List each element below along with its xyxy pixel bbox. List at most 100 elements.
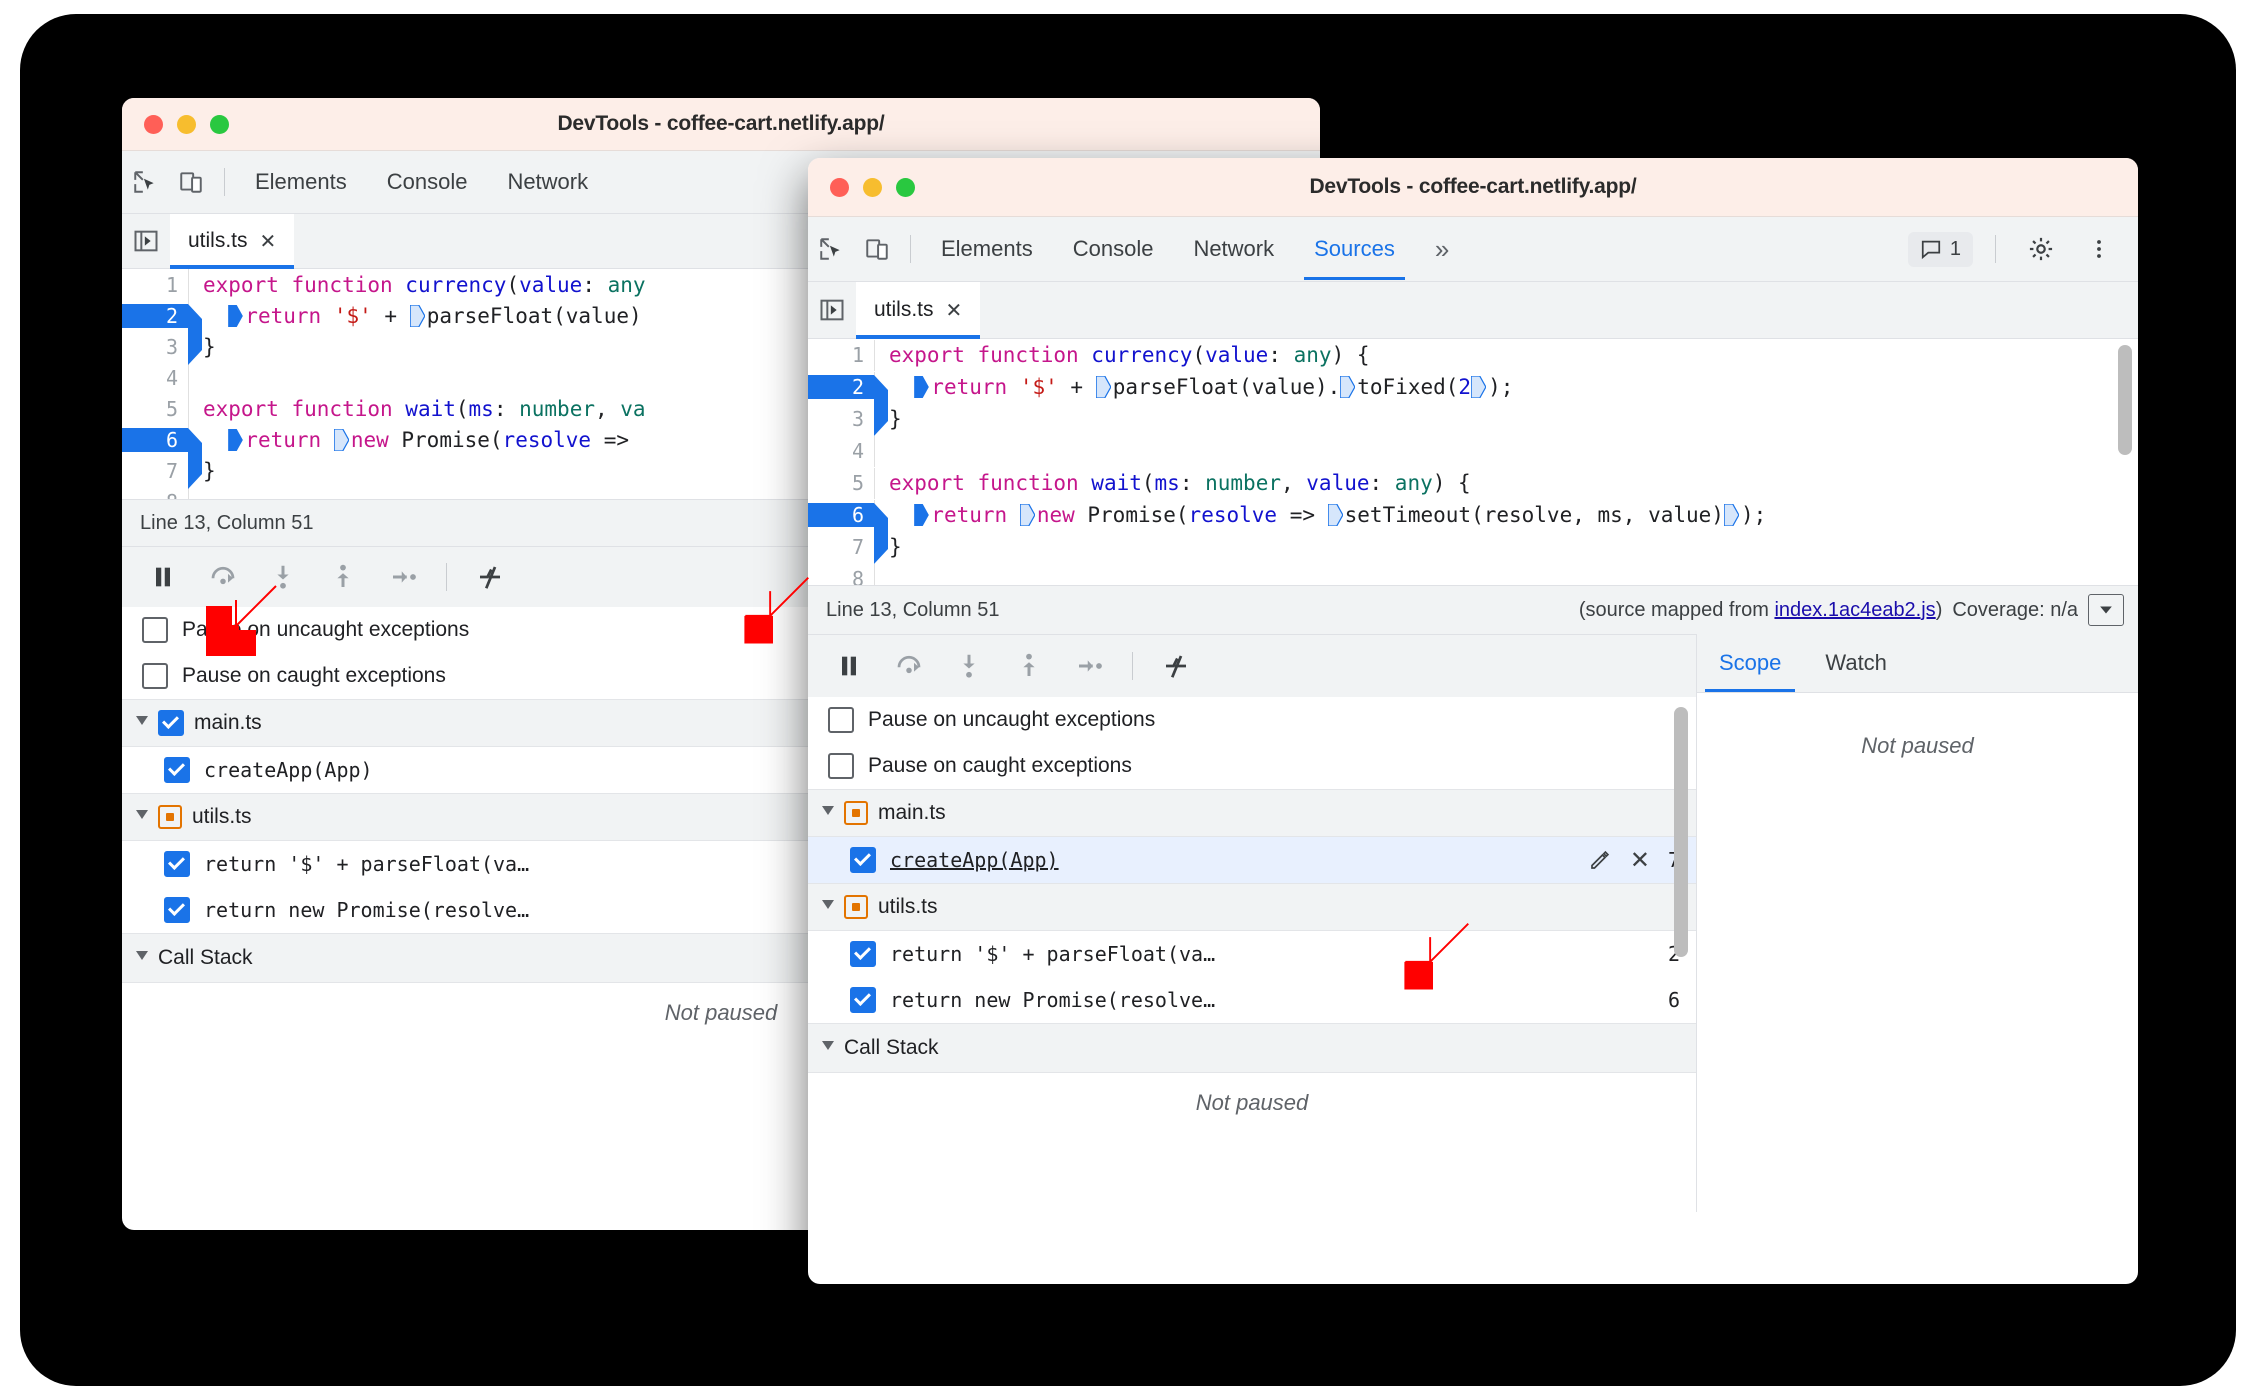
scope-content: Not paused	[1697, 693, 2138, 1212]
front-file-tab-utils-ts[interactable]: utils.ts ✕	[856, 282, 981, 339]
chevron-down-icon[interactable]	[136, 715, 148, 731]
front-debug-toolbar[interactable]	[808, 634, 1696, 697]
arrow-breakpoint-actions-front	[1404, 923, 1469, 990]
pause-uncaught-row[interactable]: Pause on uncaught exceptions	[808, 697, 1696, 743]
tab-console[interactable]: Console	[367, 151, 488, 213]
messages-badge[interactable]: 1	[1907, 231, 1973, 267]
chevron-down-icon[interactable]	[136, 809, 148, 825]
scope-watch-tabs[interactable]: Scope Watch	[1697, 634, 2138, 693]
back-window-title: DevTools - coffee-cart.netlify.app/	[557, 112, 885, 135]
deactivate-breakpoints-icon[interactable]	[1149, 639, 1203, 693]
breakpoint-text: return new Promise(resolve…	[890, 988, 1216, 1012]
breakpoint-group-main-ts[interactable]: main.ts	[808, 789, 1696, 837]
pause-uncaught-checkbox[interactable]	[142, 617, 168, 643]
pause-uncaught-label: Pause on uncaught exceptions	[868, 708, 1156, 731]
front-window-titlebar[interactable]: DevTools - coffee-cart.netlify.app/	[808, 158, 2138, 217]
tab-sources[interactable]: Sources	[1294, 218, 1415, 280]
deactivate-breakpoints-icon[interactable]	[463, 550, 517, 604]
close-icon[interactable]: ✕	[946, 298, 963, 323]
close-window-button[interactable]	[830, 177, 849, 197]
front-traffic-lights[interactable]	[830, 158, 915, 216]
tab-elements[interactable]: Elements	[235, 151, 367, 213]
breakpoint-marker[interactable]: 2	[808, 375, 888, 436]
chevron-down-icon[interactable]	[822, 1040, 834, 1056]
chevron-down-icon[interactable]	[822, 805, 834, 821]
maximize-window-button[interactable]	[896, 177, 915, 197]
minimize-window-button[interactable]	[863, 177, 882, 197]
pause-icon[interactable]	[822, 639, 876, 693]
breakpoint-checkbox[interactable]	[850, 941, 876, 967]
front-devtools-toolbar[interactable]: Elements Console Network Sources » 1	[808, 217, 2138, 282]
maximize-window-button[interactable]	[210, 114, 229, 134]
front-editor-tabstrip[interactable]: utils.ts ✕	[808, 282, 2138, 339]
front-editor-statusbar: Line 13, Column 51 (source mapped from i…	[808, 585, 2138, 634]
front-navigator-toggle-icon[interactable]	[808, 282, 856, 338]
breakpoint-marker[interactable]: 6	[122, 427, 202, 489]
minimize-window-button[interactable]	[177, 114, 196, 134]
close-window-button[interactable]	[144, 114, 163, 134]
pause-caught-checkbox[interactable]	[142, 663, 168, 689]
device-toolbar-icon[interactable]	[168, 159, 214, 205]
step-out-icon[interactable]	[1002, 639, 1056, 693]
step-into-icon[interactable]	[942, 639, 996, 693]
pause-icon[interactable]	[136, 550, 190, 604]
breakpoint-row[interactable]: return '$' + parseFloat(va… 2	[808, 931, 1696, 977]
tab-scope[interactable]: Scope	[1697, 634, 1803, 692]
code-line: 1 export function currency(value: any) {	[808, 339, 2138, 371]
more-tabs-button[interactable]: »	[1415, 218, 1469, 280]
tab-network[interactable]: Network	[487, 151, 608, 213]
device-toolbar-icon[interactable]	[854, 226, 900, 272]
breakpoint-text[interactable]: createApp(App)	[890, 848, 1059, 872]
front-call-stack-header[interactable]: Call Stack	[808, 1023, 1696, 1073]
breakpoint-checkbox[interactable]	[164, 897, 190, 923]
front-devtools-window[interactable]: DevTools - coffee-cart.netlify.app/ Elem…	[808, 158, 2138, 1284]
step-icon[interactable]	[1062, 639, 1116, 693]
front-editor-scrollbar[interactable]	[2118, 345, 2132, 455]
front-panel-tabs[interactable]: Elements Console Network Sources »	[921, 218, 1469, 280]
breakpoint-marker[interactable]: 6	[808, 503, 888, 564]
pencil-icon[interactable]	[1588, 848, 1612, 872]
back-file-tab-utils-ts[interactable]: utils.ts ✕	[170, 214, 295, 269]
pause-uncaught-checkbox[interactable]	[828, 707, 854, 733]
tab-elements[interactable]: Elements	[921, 218, 1053, 280]
breakpoint-text: createApp(App)	[204, 758, 373, 782]
chevron-down-icon[interactable]	[822, 899, 834, 915]
breakpoint-checkbox[interactable]	[164, 851, 190, 877]
step-over-icon[interactable]	[882, 639, 936, 693]
group-checkbox-main-ts[interactable]	[158, 710, 184, 736]
show-drawer-icon[interactable]	[2088, 594, 2124, 626]
remove-breakpoint-icon[interactable]: ✕	[1630, 846, 1650, 875]
breakpoint-checkbox[interactable]	[850, 847, 876, 873]
tab-network[interactable]: Network	[1173, 218, 1294, 280]
call-stack-label: Call Stack	[844, 1036, 939, 1059]
back-panel-tabs[interactable]: Elements Console Network	[235, 151, 608, 213]
close-icon[interactable]: ✕	[260, 229, 277, 254]
pause-caught-row[interactable]: Pause on caught exceptions	[808, 743, 1696, 789]
front-breakpoints-pane[interactable]: Pause on uncaught exceptions Pause on ca…	[808, 697, 1696, 1212]
front-toolbar-right[interactable]: 1	[1907, 226, 2138, 272]
file-icon	[844, 895, 868, 919]
more-vertical-icon[interactable]	[2076, 226, 2122, 272]
back-navigator-toggle-icon[interactable]	[122, 214, 170, 268]
step-out-icon[interactable]	[316, 550, 370, 604]
front-code-editor[interactable]: 1 export function currency(value: any) { …	[808, 339, 2138, 585]
tab-watch[interactable]: Watch	[1803, 634, 1909, 692]
back-window-titlebar[interactable]: DevTools - coffee-cart.netlify.app/	[122, 98, 1320, 151]
breakpoint-checkbox[interactable]	[164, 757, 190, 783]
front-breakpoints-scrollbar[interactable]	[1674, 707, 1688, 957]
breakpoint-row-highlighted[interactable]: createApp(App) ✕ 7	[808, 837, 1696, 883]
breakpoint-group-label: utils.ts	[878, 895, 938, 918]
back-traffic-lights[interactable]	[144, 98, 229, 150]
breakpoint-marker[interactable]: 2	[122, 303, 202, 365]
inspect-icon[interactable]	[122, 159, 168, 205]
tab-console[interactable]: Console	[1053, 218, 1174, 280]
breakpoint-row[interactable]: return new Promise(resolve… 6	[808, 977, 1696, 1023]
step-icon[interactable]	[376, 550, 430, 604]
pause-caught-checkbox[interactable]	[828, 753, 854, 779]
gear-icon[interactable]	[2018, 226, 2064, 272]
breakpoint-checkbox[interactable]	[850, 987, 876, 1013]
chevron-down-icon[interactable]	[136, 950, 148, 966]
source-map-link[interactable]: index.1ac4eab2.js	[1774, 599, 1935, 621]
inspect-icon[interactable]	[808, 226, 854, 272]
breakpoint-group-utils-ts[interactable]: utils.ts	[808, 883, 1696, 931]
